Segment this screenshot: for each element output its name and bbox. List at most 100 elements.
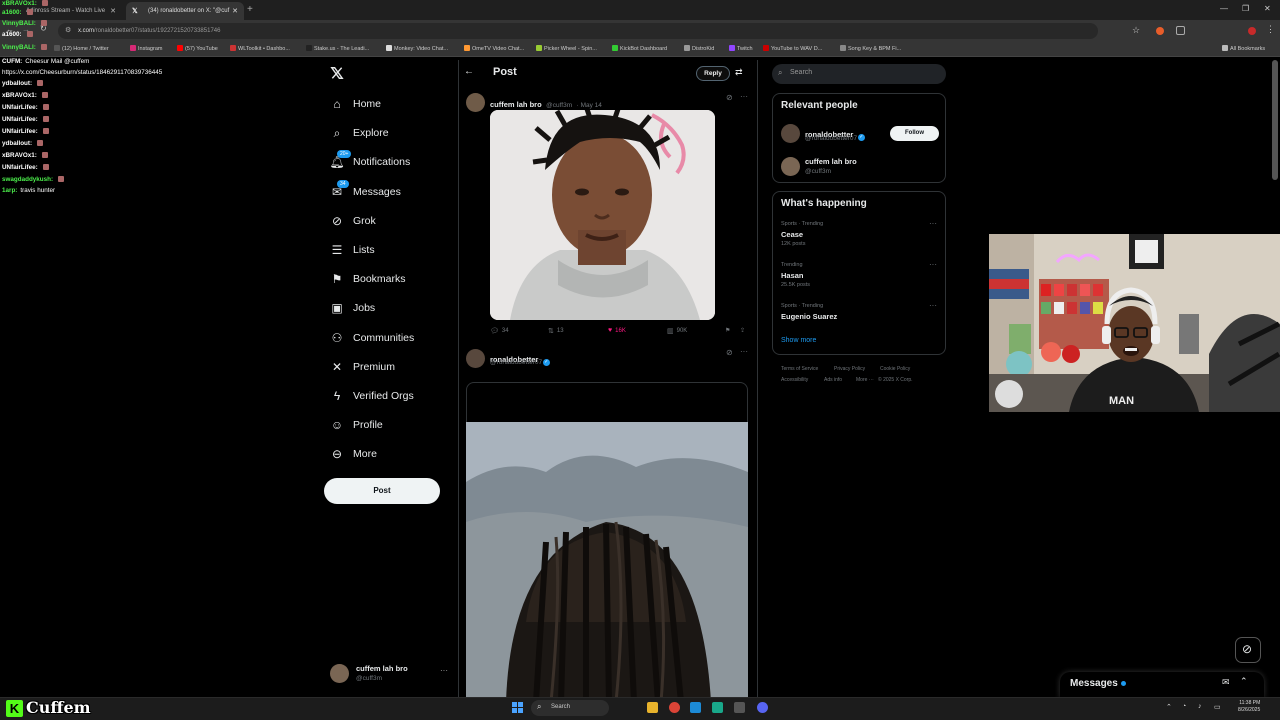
views-action[interactable]: ▥ 90K: [667, 327, 687, 335]
wifi-icon[interactable]: ◔: [1182, 703, 1186, 710]
edge-icon[interactable]: [690, 702, 701, 713]
nav-item-communities[interactable]: ⚇ Communities: [328, 327, 415, 349]
footer-link[interactable]: Accessibility: [781, 377, 808, 383]
minimize-icon[interactable]: —: [1220, 4, 1228, 13]
bookmark-item[interactable]: Picker Wheel - Spin...: [536, 45, 597, 52]
tray-chevron-icon[interactable]: ⌃: [1166, 703, 1172, 711]
grok-icon[interactable]: ⊘: [726, 93, 733, 102]
profile-avatar-icon[interactable]: [1248, 27, 1256, 35]
trend-name[interactable]: Hasan: [781, 271, 804, 280]
nav-item-messages[interactable]: ✉ 34 Messages: [328, 179, 401, 203]
post-button[interactable]: Post: [324, 478, 440, 504]
trend-name[interactable]: Cease: [781, 230, 803, 239]
share-icon[interactable]: ⇪: [740, 327, 745, 334]
grok-icon[interactable]: ⊘: [726, 348, 733, 357]
search-input[interactable]: ⌕ Search: [772, 64, 946, 84]
browser-tab-active[interactable]: 𝕏 (34) ronaldobetter on X: "@cuf ✕: [126, 2, 244, 20]
reply-action[interactable]: 💬︎ 34: [490, 327, 509, 335]
footer-link[interactable]: Ads info: [824, 377, 842, 383]
heart-action[interactable]: ♥ 16K: [608, 327, 626, 334]
messages-drawer[interactable]: Messages ✉ ⌃: [1060, 672, 1264, 698]
site-info-icon[interactable]: ⚙: [65, 26, 71, 34]
bookmark-star-icon[interactable]: ☆: [1132, 25, 1140, 36]
trend-name[interactable]: Eugenio Suarez: [781, 312, 837, 321]
nav-item-jobs[interactable]: ▣ Jobs: [328, 297, 375, 319]
close-window-icon[interactable]: ✕: [1264, 4, 1271, 13]
chrome-icon[interactable]: [669, 702, 680, 713]
nav-item-grok[interactable]: ⊘ Grok: [328, 210, 376, 232]
nav-item-explore[interactable]: ⌕ Explore: [328, 122, 389, 144]
bookmark-item[interactable]: KickBot Dashboard: [612, 45, 667, 52]
bookmark-item[interactable]: YouTube to WAV D...: [763, 45, 822, 52]
more-dots-icon[interactable]: ···: [929, 219, 937, 228]
system-clock[interactable]: 11:38 PM 8/26/2025: [1238, 700, 1260, 714]
bookmark-item[interactable]: Stake.us - The Leadi...: [306, 45, 369, 52]
volume-icon[interactable]: ♪: [1198, 703, 1202, 710]
windows-start-icon[interactable]: [512, 702, 523, 713]
reply-button[interactable]: Reply: [696, 66, 730, 81]
more-dots-icon[interactable]: ···: [929, 301, 937, 310]
repost-action[interactable]: ⇅ 13: [548, 327, 564, 335]
nav-item-profile[interactable]: ☺ Profile: [328, 414, 383, 436]
bookmark-item[interactable]: DistroKid: [684, 45, 714, 52]
avatar[interactable]: [781, 124, 800, 143]
x-logo-icon[interactable]: [330, 66, 346, 82]
sliders-icon[interactable]: ⇄: [735, 67, 743, 78]
post-date[interactable]: · May 14: [577, 102, 602, 109]
close-tab-icon[interactable]: ✕: [110, 7, 116, 15]
bookmark-item[interactable]: Song Key & BPM Fi...: [840, 45, 901, 52]
nav-item-home[interactable]: ⌂ Home: [328, 93, 381, 115]
page-scrollbar[interactable]: [1272, 60, 1278, 180]
bookmark-item[interactable]: Twitch: [729, 45, 753, 52]
battery-icon[interactable]: ▭: [1214, 703, 1221, 711]
account-switcher[interactable]: cuffem lah bro @cuff3m ···: [330, 662, 450, 686]
footer-link[interactable]: © 2025 X Corp.: [878, 377, 913, 383]
nav-item-more[interactable]: ⊖ More: [328, 443, 377, 465]
follow-button[interactable]: Follow: [890, 126, 939, 141]
maximize-icon[interactable]: ❐: [1242, 4, 1249, 13]
extension-icon[interactable]: [1156, 27, 1164, 35]
app-icon[interactable]: [734, 702, 745, 713]
bookmark-item[interactable]: OmeTV Video Chat...: [464, 45, 524, 52]
app-icon[interactable]: [712, 702, 723, 713]
show-more-link[interactable]: Show more: [781, 337, 816, 344]
bookmark-item[interactable]: Instagram: [130, 45, 162, 52]
grok-button[interactable]: ⊘: [1235, 637, 1261, 663]
back-arrow-icon[interactable]: ←: [464, 66, 474, 77]
more-dots-icon[interactable]: ···: [740, 92, 748, 101]
extension-icon[interactable]: [1176, 26, 1185, 35]
post-image[interactable]: [490, 110, 715, 320]
bookmark-item[interactable]: All Bookmarks: [1222, 45, 1265, 52]
new-tab-icon[interactable]: +: [247, 4, 253, 15]
close-tab-icon[interactable]: ✕: [232, 7, 238, 15]
file-explorer-icon[interactable]: [647, 702, 658, 713]
footer-link[interactable]: Terms of Service: [781, 366, 818, 372]
nav-item-bookmarks[interactable]: ⚑ Bookmarks: [328, 268, 406, 290]
footer-link[interactable]: More ···: [856, 377, 874, 383]
footer-link[interactable]: Cookie Policy: [880, 366, 910, 372]
avatar[interactable]: [466, 349, 485, 368]
more-dots-icon[interactable]: ···: [740, 347, 748, 356]
expand-icon[interactable]: ⌃: [1240, 676, 1248, 687]
author-name[interactable]: cuffem lah bro: [490, 100, 542, 109]
compose-message-icon[interactable]: ✉: [1222, 677, 1230, 688]
footer-link[interactable]: Privacy Policy: [834, 366, 865, 372]
nav-item-lists[interactable]: ☰ Lists: [328, 239, 375, 261]
nav-item-verified-orgs[interactable]: ϟ Verified Orgs: [328, 385, 414, 407]
url-field[interactable]: ⚙ x.com/ronaldobetter07/status/192272152…: [58, 23, 1098, 39]
bookmark-item[interactable]: WLToolkit • Dashbo...: [230, 45, 290, 52]
nav-item-notifications[interactable]: 🔔︎ 20+ Notifications: [328, 150, 410, 173]
avatar[interactable]: [466, 93, 485, 112]
bookmark-item[interactable]: (57) YouTube: [177, 45, 218, 52]
person-name[interactable]: cuffem lah bro: [805, 157, 857, 166]
post-image[interactable]: [466, 422, 748, 702]
nav-item-premium[interactable]: ✕ Premium: [328, 356, 395, 378]
bookmark-item[interactable]: Monkey: Video Chat...: [386, 45, 448, 52]
taskbar-search[interactable]: ⌕ Search: [531, 700, 609, 716]
browser-menu-icon[interactable]: ⋮: [1266, 24, 1275, 35]
bookmark-item[interactable]: (12) Home / Twitter: [54, 45, 109, 52]
bookmark-icon[interactable]: ⚑: [725, 327, 730, 334]
more-dots-icon[interactable]: ···: [929, 260, 937, 269]
discord-icon[interactable]: [757, 702, 768, 713]
avatar[interactable]: [781, 157, 800, 176]
